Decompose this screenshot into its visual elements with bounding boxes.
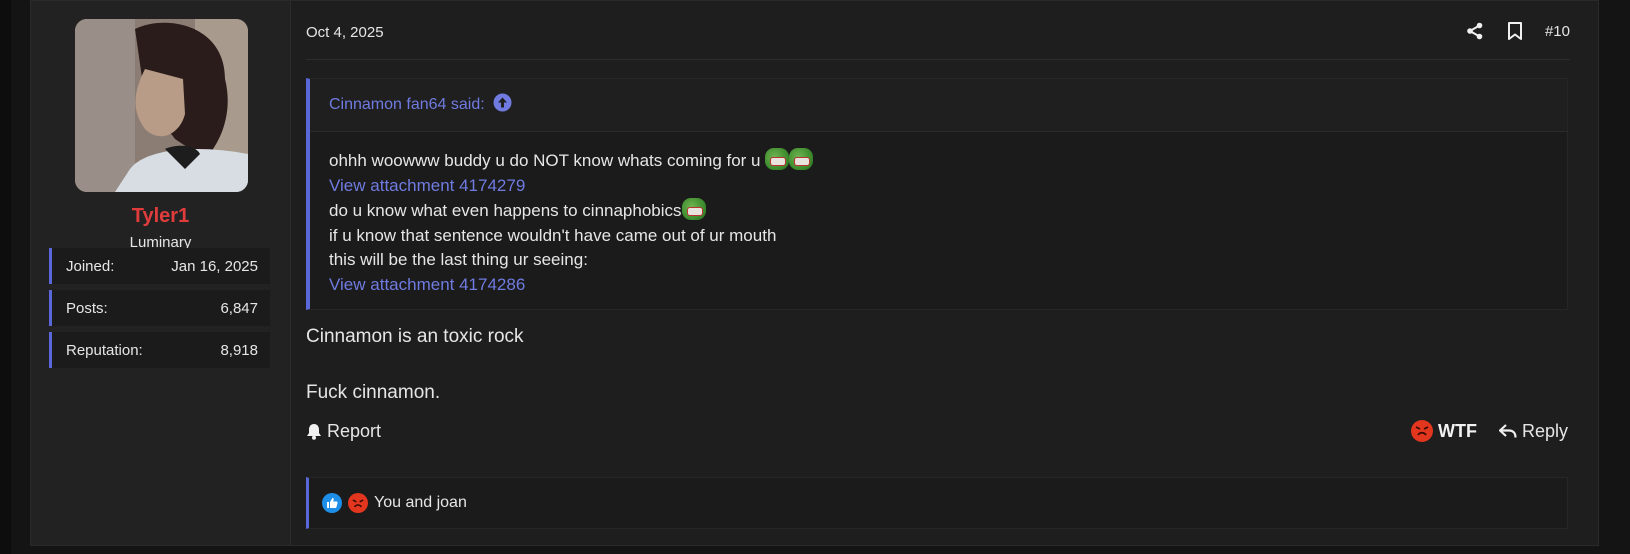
- jump-to-quote-icon[interactable]: [493, 93, 512, 117]
- pepe-scream-emoji-icon: [765, 148, 790, 170]
- attachment-link[interactable]: View attachment 4174279: [329, 174, 1548, 199]
- quote-header[interactable]: Cinnamon fan64 said:: [310, 79, 1567, 132]
- post-body-line: Fuck cinnamon.: [306, 382, 441, 403]
- stat-label: Posts:: [66, 299, 108, 317]
- reactions-text[interactable]: You and joan: [374, 494, 467, 512]
- reaction-label: WTF: [1437, 420, 1477, 441]
- angry-face-icon: [348, 493, 368, 513]
- bookmark-icon[interactable]: [1505, 21, 1525, 41]
- quote-block: Cinnamon fan64 said: ohhh woowww buddy u…: [306, 78, 1568, 310]
- avatar[interactable]: [75, 19, 248, 192]
- stat-joined: Joined: Jan 16, 2025: [49, 248, 270, 284]
- reply-icon: [1498, 424, 1517, 438]
- pepe-scream-emoji-icon: [789, 148, 814, 170]
- share-icon[interactable]: [1465, 21, 1485, 41]
- stat-posts: Posts: 6,847: [49, 290, 270, 326]
- stat-label: Joined:: [66, 257, 115, 275]
- quote-text: do u know what even happens to cinnaphob…: [329, 201, 682, 220]
- quote-author[interactable]: Cinnamon fan64 said:: [329, 96, 485, 114]
- page-edge: [0, 0, 11, 554]
- stat-value: 8,918: [220, 341, 258, 359]
- username[interactable]: Tyler1: [31, 205, 290, 228]
- report-label: Report: [327, 420, 382, 441]
- post-body-line: Cinnamon is an toxic rock: [306, 326, 524, 347]
- reactions-bar[interactable]: You and joan: [306, 477, 1568, 529]
- divider: [306, 59, 1570, 60]
- stat-label: Reputation:: [66, 341, 143, 359]
- post-number[interactable]: #10: [1545, 23, 1570, 40]
- bell-icon: [307, 423, 321, 440]
- quote-line: this will be the last thing ur seeing:: [329, 250, 588, 269]
- report-button[interactable]: Report: [306, 421, 381, 442]
- reaction-button[interactable]: WTF: [1410, 420, 1477, 442]
- quote-line: ohhh woowww buddy u do NOT know whats co…: [329, 148, 1548, 174]
- forum-post: Tyler1 Luminary Joined: Jan 16, 2025 Pos…: [30, 0, 1599, 546]
- stat-reputation: Reputation: 8,918: [49, 332, 270, 368]
- quote-line: do u know what even happens to cinnaphob…: [329, 198, 1548, 224]
- angry-face-icon: [1410, 420, 1433, 442]
- post-actions: Report WTF Reply: [306, 418, 1568, 444]
- post-date[interactable]: Oct 4, 2025: [306, 24, 384, 41]
- stat-value: 6,847: [220, 299, 258, 317]
- reply-button[interactable]: Reply: [1498, 420, 1568, 442]
- stat-value: Jan 16, 2025: [171, 257, 258, 275]
- thumbs-up-icon: [322, 493, 342, 513]
- post-tools: #10: [1465, 21, 1570, 41]
- reply-label: Reply: [1521, 420, 1568, 441]
- pepe-grin-emoji-icon: [681, 198, 706, 220]
- post-main: Oct 4, 2025 #10 Cinnamon fan64 said: ohh…: [291, 1, 1598, 545]
- quote-text: ohhh woowww buddy u do NOT know whats co…: [329, 151, 761, 170]
- attachment-link[interactable]: View attachment 4174286: [329, 273, 1548, 298]
- quote-body: ohhh woowww buddy u do NOT know whats co…: [310, 132, 1567, 297]
- user-info-panel: Tyler1 Luminary Joined: Jan 16, 2025 Pos…: [31, 1, 291, 545]
- quote-line: if u know that sentence wouldn't have ca…: [329, 225, 777, 245]
